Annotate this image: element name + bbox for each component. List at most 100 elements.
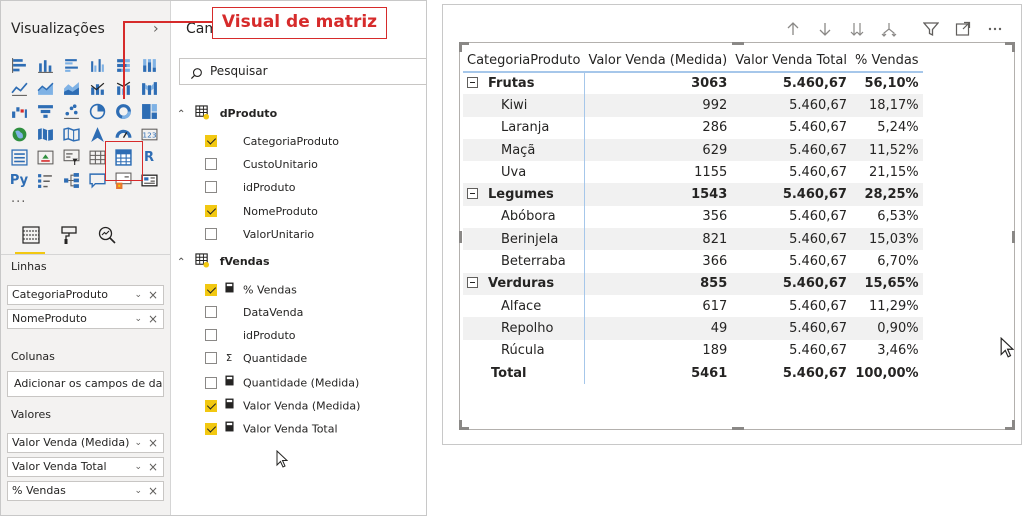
field-idproduto-fvendas[interactable]: idProduto [205, 328, 296, 344]
drill-down-arrow-icon[interactable] [815, 19, 835, 39]
collapse-icon[interactable] [467, 77, 478, 89]
pie-chart-icon[interactable] [84, 100, 110, 123]
expand-hierarchy-icon[interactable] [879, 19, 899, 39]
field-valorunitario[interactable]: ValorUnitario [205, 227, 314, 243]
field-checkbox[interactable] [205, 329, 217, 341]
field-checkbox[interactable] [205, 228, 217, 240]
resize-handle[interactable] [1012, 420, 1015, 430]
fields-tab-icon[interactable] [19, 223, 43, 247]
drill-up-arrow-icon[interactable] [783, 19, 803, 39]
expanded-chevron-icon[interactable]: ⌃ [177, 109, 191, 120]
field-checkbox[interactable] [205, 181, 217, 193]
chevron-down-icon[interactable]: ⌄ [134, 310, 142, 328]
chevron-down-icon[interactable]: ⌄ [134, 434, 142, 452]
stacked-area-chart-icon[interactable] [58, 77, 84, 100]
next-level-arrows-icon[interactable] [847, 19, 867, 39]
column-header[interactable]: % Vendas [850, 50, 923, 73]
resize-handle[interactable] [1012, 42, 1015, 52]
scatter-chart-icon[interactable] [58, 100, 84, 123]
format-paint-roller-icon[interactable] [57, 223, 81, 247]
collapse-icon[interactable] [467, 188, 478, 200]
matrix-cell: 366 [702, 254, 728, 270]
field-checkbox[interactable] [205, 422, 217, 435]
key-influencers-icon[interactable] [32, 169, 58, 192]
more-options-icon[interactable] [985, 19, 1005, 39]
kpi-icon[interactable] [32, 146, 58, 169]
field-checkbox[interactable] [205, 158, 217, 170]
field-custounitario[interactable]: CustoUnitario [205, 157, 318, 173]
clustered-column-chart-icon[interactable] [84, 54, 110, 77]
field-checkbox[interactable] [205, 376, 217, 389]
resize-handle[interactable] [1012, 231, 1015, 243]
values-well-item[interactable]: % Vendas ⌄ × [7, 481, 164, 501]
fields-search-input[interactable]: Pesquisar [179, 58, 426, 85]
resize-handle[interactable] [732, 427, 744, 430]
field-valor-venda-total[interactable]: Valor Venda Total [205, 421, 338, 437]
funnel-chart-icon[interactable] [32, 100, 58, 123]
column-header[interactable]: Valor Venda Total [731, 50, 851, 73]
collapse-icon[interactable] [467, 277, 478, 289]
close-icon[interactable]: × [148, 482, 158, 500]
collapse-visualizations-chevron-icon[interactable]: › [153, 21, 159, 37]
decomposition-tree-icon[interactable] [58, 169, 84, 192]
focus-mode-icon[interactable] [953, 19, 973, 39]
donut-chart-icon[interactable] [110, 100, 136, 123]
field-checkbox[interactable] [205, 352, 217, 364]
field-valor-venda-medida[interactable]: Valor Venda (Medida) [205, 398, 360, 414]
rows-well-item[interactable]: NomeProduto ⌄ × [7, 309, 164, 329]
resize-handle[interactable] [459, 420, 462, 430]
line-chart-icon[interactable] [6, 77, 32, 100]
chevron-down-icon[interactable]: ⌄ [134, 458, 142, 476]
values-well-item[interactable]: Valor Venda Total ⌄ × [7, 457, 164, 477]
waterfall-chart-icon[interactable] [6, 100, 32, 123]
100-stacked-column-chart-icon[interactable] [136, 54, 162, 77]
resize-handle[interactable] [459, 42, 462, 52]
analytics-magnifier-icon[interactable] [95, 223, 119, 247]
stacked-bar-chart-icon[interactable] [6, 54, 32, 77]
chevron-down-icon[interactable]: ⌄ [134, 482, 142, 500]
field-checkbox[interactable] [205, 306, 217, 318]
close-icon[interactable]: × [148, 310, 158, 328]
clustered-bar-chart-icon[interactable] [58, 54, 84, 77]
rows-well-item[interactable]: CategoriaProduto ⌄ × [7, 285, 164, 305]
python-visual-icon[interactable]: Py [6, 169, 32, 192]
chevron-down-icon[interactable]: ⌄ [134, 286, 142, 304]
close-icon[interactable]: × [148, 286, 158, 304]
columns-drop-zone[interactable]: Adicionar os campos de da... [7, 371, 164, 397]
field-quantidade[interactable]: Σ Quantidade [205, 351, 307, 367]
close-icon[interactable]: × [148, 434, 158, 452]
table-node-dproduto[interactable]: ⌃ dProduto [177, 105, 277, 123]
field-datavenda[interactable]: DataVenda [205, 305, 303, 321]
field-idproduto[interactable]: idProduto [205, 180, 296, 196]
column-header[interactable]: Valor Venda (Medida) [584, 50, 732, 73]
treemap-icon[interactable] [136, 100, 162, 123]
matrix-cell: 0,90% [850, 317, 923, 340]
field-checkbox[interactable] [205, 399, 217, 412]
values-well-item[interactable]: Valor Venda (Medida) ⌄ × [7, 433, 164, 453]
field-quantidade-medida[interactable]: Quantidade (Medida) [205, 375, 359, 391]
shape-map-icon[interactable] [58, 123, 84, 146]
map-icon[interactable] [6, 123, 32, 146]
table-node-fvendas[interactable]: ⌃ fVendas [177, 253, 270, 271]
expanded-chevron-icon[interactable]: ⌃ [177, 257, 191, 268]
field-checkbox[interactable] [205, 283, 217, 296]
resize-handle[interactable] [459, 231, 462, 243]
field-checkbox[interactable] [205, 135, 217, 147]
more-visuals-icon[interactable]: ... [11, 191, 26, 206]
field-nomeproduto[interactable]: NomeProduto [205, 204, 318, 220]
slicer-icon[interactable] [58, 146, 84, 169]
ribbon-chart-icon[interactable] [136, 77, 162, 100]
filter-icon[interactable] [921, 19, 941, 39]
column-header[interactable]: CategoriaProduto [463, 50, 585, 73]
stacked-column-chart-icon[interactable] [32, 54, 58, 77]
line-clustered-column-chart-icon[interactable] [84, 77, 110, 100]
area-chart-icon[interactable] [32, 77, 58, 100]
field-checkbox[interactable] [205, 205, 217, 217]
close-icon[interactable]: × [148, 458, 158, 476]
field-percent-vendas[interactable]: % Vendas [205, 282, 297, 298]
field-categoriaproduto[interactable]: CategoriaProduto [205, 134, 339, 150]
table-icon [195, 253, 210, 271]
resize-handle[interactable] [732, 42, 744, 45]
multi-row-card-icon[interactable] [6, 146, 32, 169]
filled-map-icon[interactable] [32, 123, 58, 146]
